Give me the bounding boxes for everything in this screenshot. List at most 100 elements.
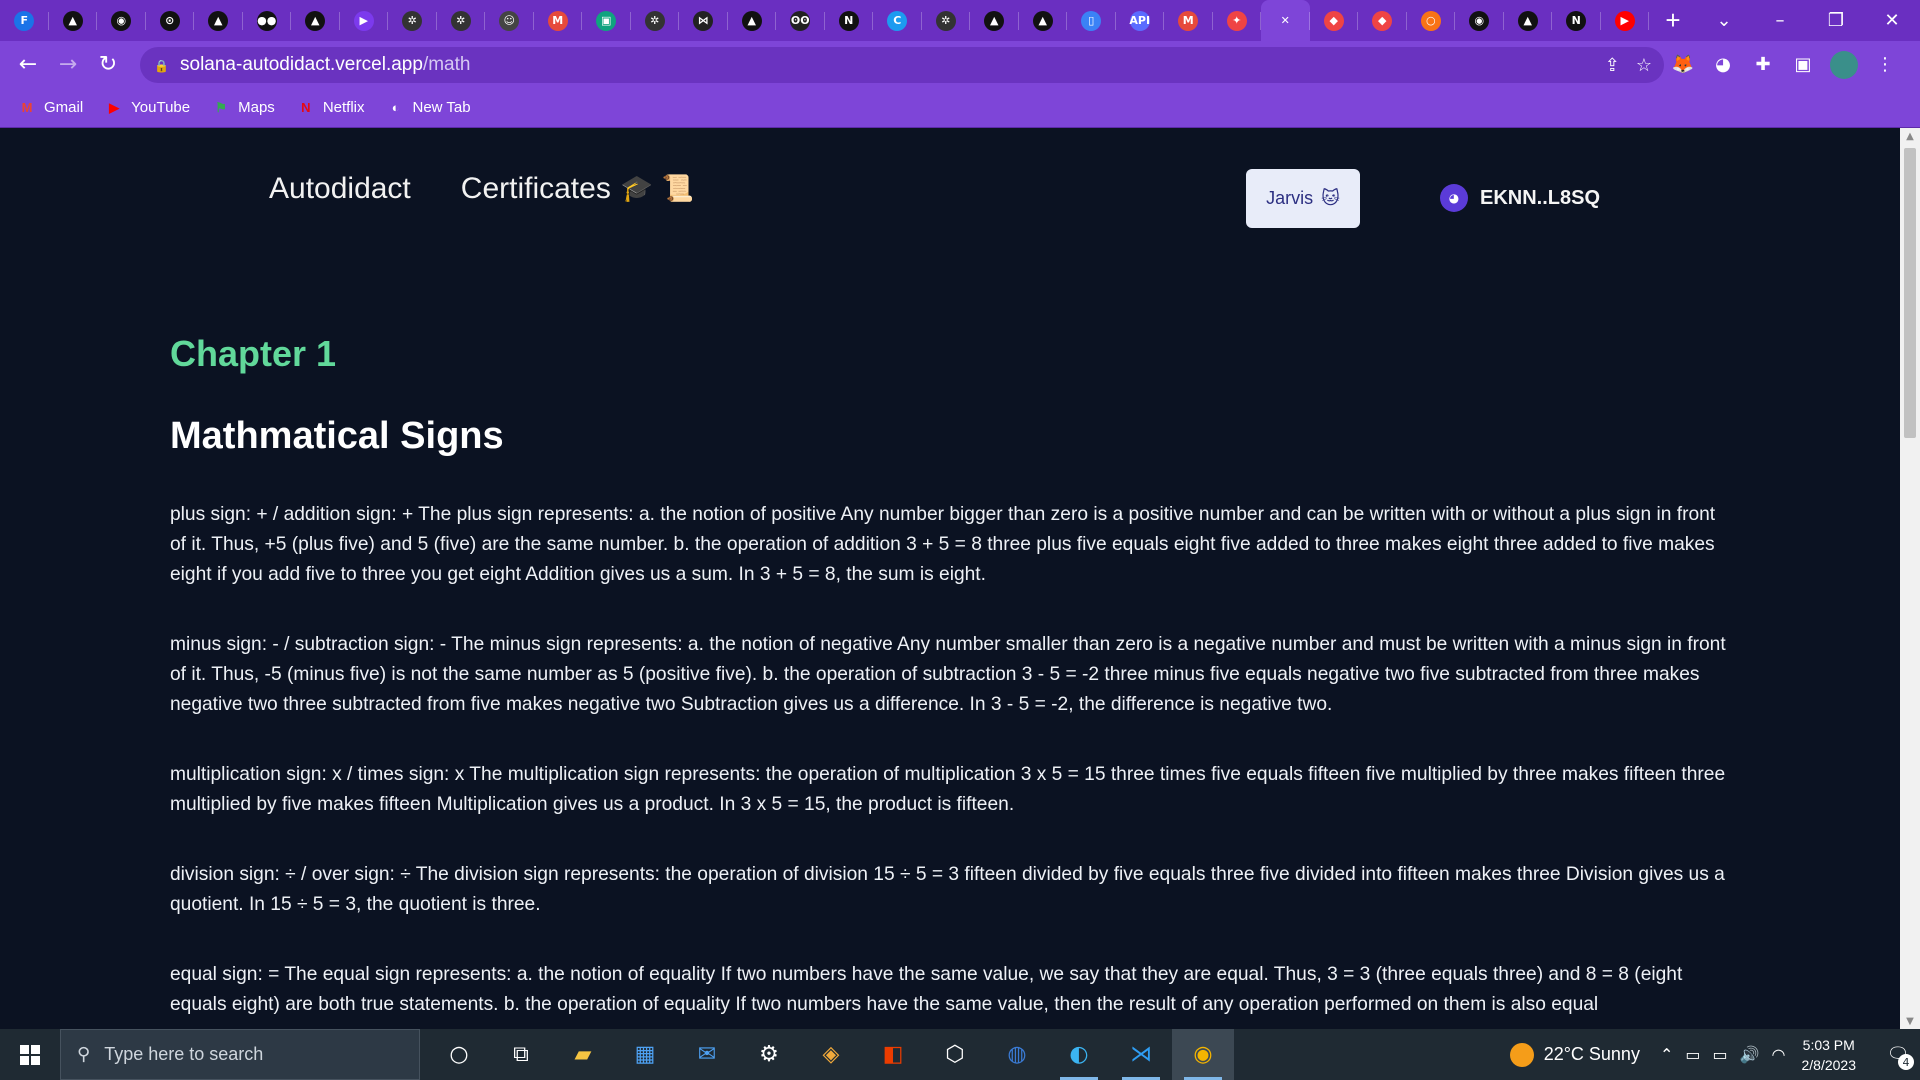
- scroll-down-arrow-icon[interactable]: ▼: [1900, 1013, 1920, 1029]
- browser-tab[interactable]: ⋈: [679, 0, 728, 41]
- browser-tab[interactable]: ◆: [1310, 0, 1359, 41]
- paragraph-plus-sign: plus sign: + / addition sign: + The plus…: [170, 504, 1716, 585]
- forward-button[interactable]: →: [48, 45, 88, 85]
- tab-favicon-icon: C: [887, 10, 908, 31]
- browser-tab[interactable]: ▲: [1019, 0, 1068, 41]
- browser-tab[interactable]: ⊙: [146, 0, 195, 41]
- browser-tab[interactable]: ▲: [970, 0, 1019, 41]
- browser-tab[interactable]: ✲: [388, 0, 437, 41]
- edge-icon[interactable]: ◐: [1048, 1029, 1110, 1080]
- task-view-icon[interactable]: ⧉: [490, 1029, 552, 1080]
- reload-button[interactable]: ↻: [88, 45, 128, 85]
- browser-tab[interactable]: ○: [1407, 0, 1456, 41]
- clock[interactable]: 5:03 PM 2/8/2023: [1802, 1035, 1857, 1075]
- browser-tab[interactable]: ▲: [291, 0, 340, 41]
- browser-tab[interactable]: ✲: [922, 0, 971, 41]
- share-icon[interactable]: ⇪: [1605, 55, 1620, 76]
- browser-tab[interactable]: ▲: [49, 0, 98, 41]
- browser-tab[interactable]: ☺: [485, 0, 534, 41]
- notification-center-icon[interactable]: 🗨 4: [1876, 1029, 1920, 1080]
- back-button[interactable]: ←: [8, 45, 48, 85]
- profile-avatar[interactable]: [1830, 50, 1858, 79]
- tab-search-icon[interactable]: ⌄: [1696, 10, 1752, 31]
- wifi-icon[interactable]: ◠: [1772, 1045, 1786, 1064]
- chrome-icon[interactable]: ◉: [1172, 1029, 1234, 1080]
- side-panel-icon[interactable]: ▣: [1790, 52, 1816, 78]
- address-bar[interactable]: 🔒 solana-autodidact.vercel.app/math ⇪ ☆: [140, 47, 1664, 83]
- unity-icon[interactable]: ⬡: [924, 1029, 986, 1080]
- bookmark-label: Maps: [238, 99, 275, 116]
- browser-tab[interactable]: ▣: [582, 0, 631, 41]
- certificates-link[interactable]: Certificates 🎓 📜: [461, 172, 694, 206]
- bookmark-label: Netflix: [322, 99, 365, 116]
- file-explorer-icon[interactable]: ▰: [552, 1029, 614, 1080]
- chevron-up-icon[interactable]: ⌃: [1660, 1045, 1673, 1064]
- content-paragraphs: plus sign: + / addition sign: + The plus…: [170, 500, 1730, 1029]
- battery-icon[interactable]: ▭: [1712, 1045, 1727, 1064]
- weather-widget[interactable]: 22°C Sunny: [1509, 1042, 1640, 1067]
- browser-tab[interactable]: M: [1164, 0, 1213, 41]
- scrollbar-thumb[interactable]: [1904, 148, 1916, 438]
- browser-tab[interactable]: ◉: [97, 0, 146, 41]
- tab-favicon-icon: API: [1129, 10, 1150, 31]
- start-button[interactable]: [0, 1029, 60, 1080]
- bookmark-maps[interactable]: ⚑ Maps: [212, 99, 275, 116]
- scroll-up-arrow-icon[interactable]: ▲: [1900, 128, 1920, 144]
- bookmark-youtube[interactable]: ▶ YouTube: [105, 99, 190, 116]
- browser-tab[interactable]: ✲: [437, 0, 486, 41]
- restore-button[interactable]: ❐: [1808, 10, 1864, 31]
- browser-tab[interactable]: ◉: [1455, 0, 1504, 41]
- phantom-extension-icon[interactable]: ◕: [1710, 52, 1736, 78]
- bookmark-netflix[interactable]: N Netflix: [297, 99, 365, 116]
- wallet-button[interactable]: ◕ EKNN..L8SQ: [1440, 184, 1600, 212]
- minimize-button[interactable]: –: [1752, 10, 1808, 31]
- browser-menu-icon[interactable]: ⋮: [1872, 52, 1898, 78]
- url-path: /math: [422, 54, 471, 75]
- bookmark-gmail[interactable]: M Gmail: [18, 99, 84, 116]
- extensions-puzzle-icon[interactable]: ✚: [1750, 52, 1776, 78]
- browser-tab[interactable]: ▲: [194, 0, 243, 41]
- page-scrollbar[interactable]: ▲ ▼: [1900, 128, 1920, 1029]
- browser-tab[interactable]: ▲: [1504, 0, 1553, 41]
- bookmark-favicon-icon: ▶: [109, 99, 120, 115]
- bookmark-star-icon[interactable]: ☆: [1636, 55, 1652, 76]
- browser-tab[interactable]: N: [825, 0, 874, 41]
- tab-favicon-icon: ◉: [111, 10, 132, 31]
- sun-icon: [1509, 1042, 1534, 1067]
- browser-tab[interactable]: N: [1552, 0, 1601, 41]
- taskbar-search[interactable]: ⚲ Type here to search: [60, 1029, 420, 1080]
- metamask-extension-icon[interactable]: 🦊: [1670, 52, 1696, 78]
- browser-tab[interactable]: ✲: [631, 0, 680, 41]
- new-tab-button[interactable]: +: [1655, 0, 1691, 41]
- site-brand-link[interactable]: Autodidact: [269, 172, 411, 206]
- browser-tab[interactable]: API: [1116, 0, 1165, 41]
- browser-tab[interactable]: ▲: [728, 0, 777, 41]
- site-nav: Autodidact Certificates 🎓 📜: [269, 172, 694, 206]
- settings-gear-icon[interactable]: ⚙: [738, 1029, 800, 1080]
- bookmark-new-tab[interactable]: ◐ New Tab: [387, 99, 471, 116]
- cortana-icon[interactable]: ○: [428, 1029, 490, 1080]
- office-icon[interactable]: ◧: [862, 1029, 924, 1080]
- microsoft-store-icon[interactable]: ▦: [614, 1029, 676, 1080]
- bookmarks-bar: M Gmail ▶ YouTube ⚑ Maps N Netflix ◐ New Tab: [0, 88, 1920, 128]
- browser-tab[interactable]: F: [0, 0, 49, 41]
- bookmark-label: YouTube: [131, 99, 191, 116]
- close-window-button[interactable]: ✕: [1864, 10, 1920, 31]
- volume-icon[interactable]: 🔊: [1740, 1045, 1760, 1064]
- browser-tab[interactable]: M: [534, 0, 583, 41]
- browser-tab[interactable]: ▶: [1601, 0, 1650, 41]
- browser-tab[interactable]: ◆: [1358, 0, 1407, 41]
- browser-tab[interactable]: ✕: [1261, 0, 1310, 41]
- jarvis-button[interactable]: Jarvis 🐱: [1246, 169, 1360, 228]
- git-icon[interactable]: ◈: [800, 1029, 862, 1080]
- browser-tab[interactable]: C: [873, 0, 922, 41]
- vscode-icon[interactable]: ⋊: [1110, 1029, 1172, 1080]
- word-app-icon[interactable]: ◍: [986, 1029, 1048, 1080]
- meet-now-icon[interactable]: ▭: [1685, 1045, 1700, 1064]
- browser-tab[interactable]: ✦: [1213, 0, 1262, 41]
- mail-icon[interactable]: ✉: [676, 1029, 738, 1080]
- browser-tab[interactable]: ▯: [1067, 0, 1116, 41]
- browser-tab[interactable]: ▶: [340, 0, 389, 41]
- browser-tab[interactable]: ʘʘ: [776, 0, 825, 41]
- browser-tab[interactable]: ●●: [243, 0, 292, 41]
